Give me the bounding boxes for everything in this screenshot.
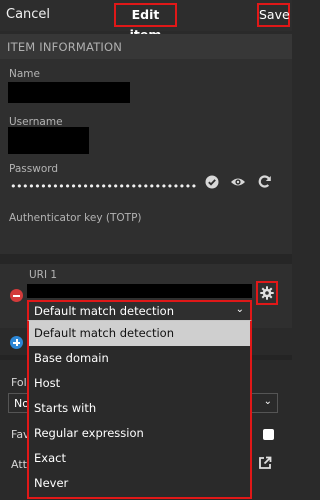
section-divider — [0, 254, 292, 264]
plus-circle-icon[interactable] — [10, 336, 23, 349]
option-never[interactable]: Never — [29, 471, 250, 496]
minus-circle-icon[interactable] — [10, 289, 23, 302]
uri-field-redacted[interactable] — [27, 284, 252, 298]
section-heading-item-information: ITEM INFORMATION — [0, 34, 292, 59]
favorite-checkbox[interactable] — [263, 429, 274, 440]
refresh-icon[interactable] — [257, 174, 272, 192]
option-host[interactable]: Host — [29, 371, 250, 396]
password-field[interactable]: ••••••••••••••••••••••••••••••• — [10, 180, 197, 193]
match-detection-dropdown: Default match detection Base domain Host… — [27, 320, 252, 499]
match-detection-value: Default match detection — [34, 304, 175, 318]
password-label: Password — [9, 163, 59, 175]
check-circle-icon[interactable] — [205, 175, 219, 192]
chevron-down-icon: ⌄ — [263, 396, 272, 407]
uri-label: URI 1 — [29, 269, 58, 281]
option-regular-expression[interactable]: Regular expression — [29, 421, 250, 446]
totp-label: Authenticator key (TOTP) — [9, 212, 142, 224]
eye-icon[interactable] — [230, 176, 246, 191]
top-bar: Cancel Edit item Save — [0, 0, 292, 42]
external-link-icon[interactable] — [258, 456, 272, 473]
match-detection-select[interactable]: Default match detection ⌄ — [27, 300, 252, 320]
save-button[interactable]: Save — [257, 3, 290, 27]
chevron-down-icon: ⌄ — [235, 304, 244, 315]
username-field-redacted[interactable] — [8, 127, 89, 154]
page-title: Edit item — [114, 3, 177, 42]
gear-button[interactable] — [256, 281, 278, 305]
name-field-redacted[interactable] — [8, 82, 130, 103]
option-starts-with[interactable]: Starts with — [29, 396, 250, 421]
cancel-button[interactable]: Cancel — [6, 7, 50, 22]
option-exact[interactable]: Exact — [29, 446, 250, 471]
option-default-match-detection[interactable]: Default match detection — [29, 321, 250, 346]
gear-icon — [260, 286, 274, 303]
option-base-domain[interactable]: Base domain — [29, 346, 250, 371]
name-label: Name — [9, 68, 40, 80]
